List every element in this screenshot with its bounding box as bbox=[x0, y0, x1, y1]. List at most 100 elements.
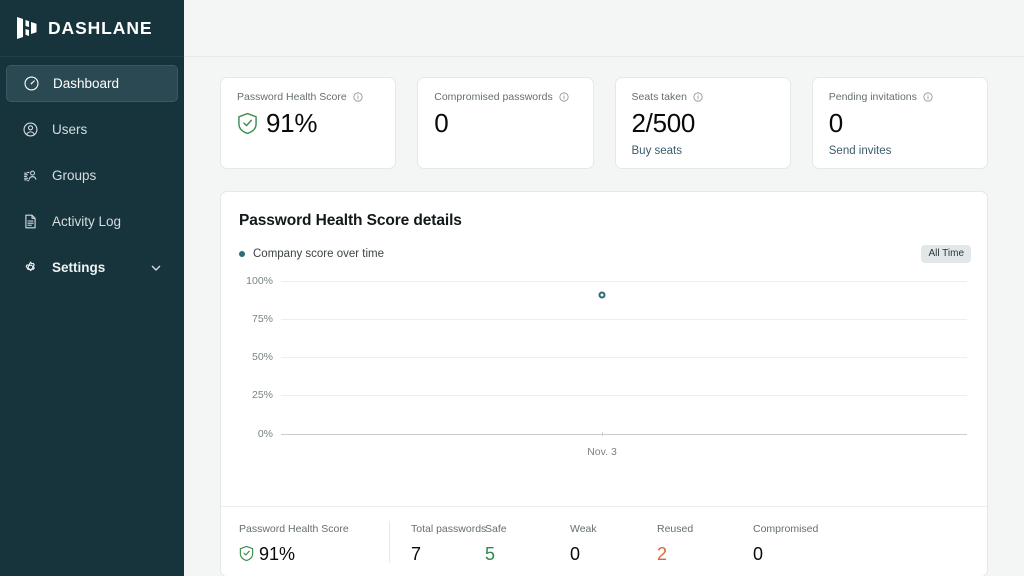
info-icon[interactable] bbox=[693, 92, 703, 102]
kpi-card-seats-taken: Seats taken 2/500 Buy seats bbox=[614, 77, 791, 169]
kpi-value: 91% bbox=[266, 107, 318, 138]
sidebar-item-label: Groups bbox=[52, 167, 97, 183]
gridline bbox=[281, 395, 967, 396]
stat-label: Compromised bbox=[753, 523, 819, 535]
stat-value: 2 bbox=[657, 543, 668, 564]
legend-dot-icon bbox=[239, 251, 245, 257]
kpi-header: Seats taken bbox=[632, 92, 774, 103]
stat-value: 0 bbox=[570, 543, 581, 564]
stat-value: 91% bbox=[259, 543, 296, 564]
kpi-value-row: 0 bbox=[828, 107, 971, 138]
stat-total-passwords: Total passwords 7 bbox=[389, 521, 487, 563]
kpi-card-compromised-passwords: Compromised passwords 0 bbox=[417, 77, 594, 169]
stat-reused: Reused 2 bbox=[657, 524, 753, 563]
kpi-title: Pending invitations bbox=[828, 91, 917, 103]
stat-value-row: 91% bbox=[239, 545, 411, 563]
sidebar-nav: Dashboard Users Groups Activity Log Sett… bbox=[0, 57, 184, 295]
stat-label: Safe bbox=[485, 523, 507, 535]
shield-check-icon bbox=[237, 112, 258, 135]
kpi-row: Password Health Score 91% Compromised pa… bbox=[220, 77, 988, 169]
time-range-button[interactable]: All Time bbox=[921, 245, 971, 263]
info-icon[interactable] bbox=[559, 92, 569, 102]
kpi-title: Password Health Score bbox=[237, 91, 347, 103]
user-circle-icon bbox=[22, 121, 39, 138]
kpi-value-row: 91% bbox=[237, 107, 379, 138]
page-title: Password Health Score details bbox=[239, 212, 462, 229]
stat-value: 0 bbox=[753, 543, 764, 564]
stat-value: 7 bbox=[411, 543, 422, 564]
people-group-icon bbox=[22, 167, 39, 184]
stat-value-row: 0 bbox=[570, 545, 657, 563]
stat-label: Password Health Score bbox=[239, 523, 349, 535]
kpi-header: Compromised passwords bbox=[434, 92, 576, 103]
stat-safe: Safe 5 bbox=[485, 524, 570, 563]
page-content: Password Health Score 91% Compromised pa… bbox=[184, 57, 1024, 576]
kpi-title: Compromised passwords bbox=[434, 91, 553, 103]
info-icon[interactable] bbox=[923, 92, 933, 102]
info-icon[interactable] bbox=[353, 92, 363, 102]
stat-compromised: Compromised 0 bbox=[753, 524, 818, 563]
sidebar: DASHLANE Dashboard Users Groups Activity… bbox=[0, 0, 184, 576]
kpi-title: Seats taken bbox=[631, 91, 687, 103]
stat-weak: Weak 0 bbox=[570, 524, 657, 563]
gridline bbox=[281, 281, 967, 282]
stat-value-row: 5 bbox=[485, 545, 570, 563]
kpi-value: 0 bbox=[828, 107, 843, 138]
sidebar-item-dashboard[interactable]: Dashboard bbox=[6, 65, 178, 102]
y-axis-tick-label: 0% bbox=[257, 427, 273, 440]
sidebar-item-label: Users bbox=[52, 121, 88, 137]
stat-label: Total passwords bbox=[411, 523, 487, 535]
send-invites-link[interactable]: Send invites bbox=[829, 145, 971, 157]
main-area: Password Health Score 91% Compromised pa… bbox=[184, 0, 1024, 576]
sidebar-item-settings[interactable]: Settings bbox=[6, 249, 178, 286]
kpi-header: Pending invitations bbox=[829, 92, 971, 103]
speedometer-icon bbox=[23, 75, 40, 92]
shield-check-icon bbox=[239, 545, 254, 562]
kpi-card-pending-invitations: Pending invitations 0 Send invites bbox=[811, 77, 988, 169]
password-stats-row: Password Health Score 91% Total password… bbox=[239, 521, 969, 563]
kpi-value-row: 2/500 bbox=[631, 107, 774, 138]
stat-value-row: 7 bbox=[411, 545, 485, 563]
brand-name: DASHLANE bbox=[48, 17, 153, 38]
kpi-card-password-health-score: Password Health Score 91% bbox=[220, 77, 397, 169]
stat-value-row: 2 bbox=[657, 545, 753, 563]
top-bar bbox=[184, 0, 1024, 57]
x-axis-tick-label: Nov. 3 bbox=[587, 446, 617, 458]
sidebar-item-activity-log[interactable]: Activity Log bbox=[6, 203, 178, 240]
kpi-value-row: 0 bbox=[434, 107, 576, 138]
chevron-down-icon[interactable] bbox=[150, 262, 162, 274]
stat-label: Weak bbox=[570, 523, 597, 535]
stat-password-health-score: Password Health Score 91% bbox=[239, 524, 411, 563]
legend-label: Company score over time bbox=[253, 248, 385, 260]
y-axis-tick-label: 75% bbox=[251, 312, 273, 325]
sidebar-item-users[interactable]: Users bbox=[6, 111, 178, 148]
data-point[interactable] bbox=[598, 291, 606, 299]
divider bbox=[221, 506, 987, 507]
buy-seats-link[interactable]: Buy seats bbox=[632, 145, 774, 157]
brand-logo[interactable]: DASHLANE bbox=[0, 0, 184, 57]
kpi-value: 0 bbox=[434, 107, 449, 138]
password-health-details-card: Password Health Score details Company sc… bbox=[220, 191, 988, 576]
kpi-value: 2/500 bbox=[631, 107, 696, 138]
gear-icon bbox=[22, 259, 39, 276]
dashlane-logo-mark-icon bbox=[16, 16, 38, 40]
y-axis-tick-label: 50% bbox=[251, 350, 273, 363]
chart-legend: Company score over time bbox=[239, 248, 384, 260]
y-axis-tick-label: 25% bbox=[251, 388, 273, 401]
stat-value-row: 0 bbox=[753, 545, 818, 563]
stat-value: 5 bbox=[485, 543, 496, 564]
gridline bbox=[281, 319, 967, 320]
x-axis-line bbox=[281, 434, 967, 435]
sidebar-item-groups[interactable]: Groups bbox=[6, 157, 178, 194]
x-axis-tick-mark bbox=[602, 432, 603, 436]
document-icon bbox=[22, 213, 39, 230]
company-score-chart: 100% 75% 50% 25% 0% Nov. 3 bbox=[237, 276, 967, 471]
sidebar-item-label: Activity Log bbox=[52, 213, 122, 229]
gridline bbox=[281, 357, 967, 358]
y-axis-tick-label: 100% bbox=[246, 274, 273, 287]
app-root: DASHLANE Dashboard Users Groups Activity… bbox=[0, 0, 1024, 576]
stat-label: Reused bbox=[657, 523, 694, 535]
chart-legend-row: Company score over time All Time bbox=[221, 230, 987, 263]
sidebar-item-label: Dashboard bbox=[53, 75, 120, 91]
sidebar-item-label: Settings bbox=[52, 259, 106, 275]
